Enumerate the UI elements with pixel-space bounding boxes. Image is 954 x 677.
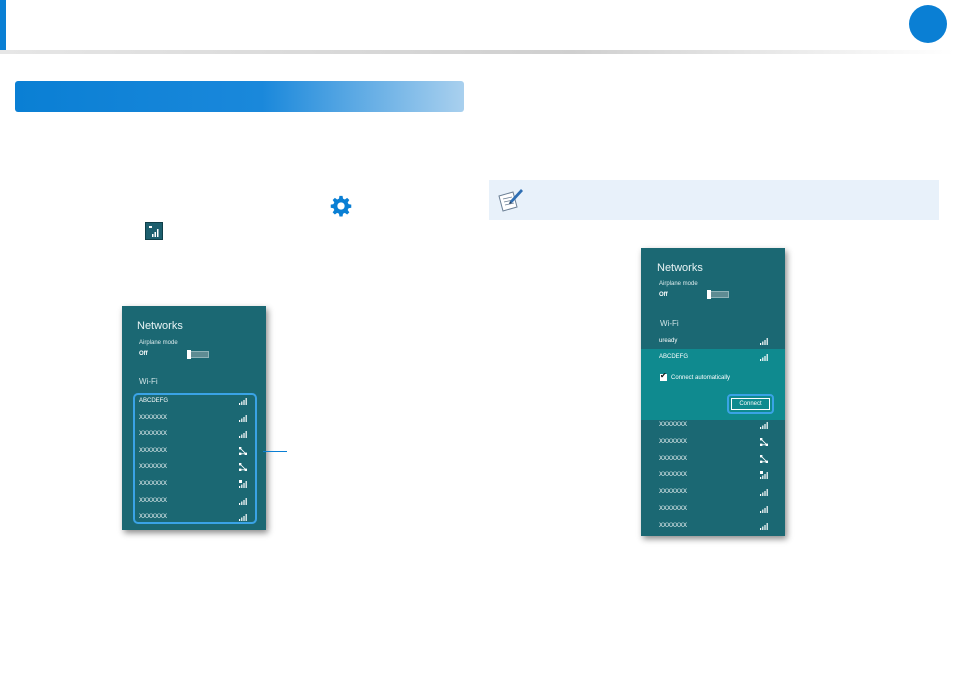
secured-wifi-icon bbox=[760, 471, 768, 480]
wifi-signal-icon bbox=[760, 522, 768, 530]
chapter-badge bbox=[909, 5, 947, 43]
network-name: ABCDEFG bbox=[659, 354, 689, 360]
adhoc-network-icon bbox=[760, 437, 768, 446]
list-item[interactable]: XXXXXXX bbox=[659, 452, 771, 468]
header-accent-bar bbox=[0, 0, 6, 52]
network-name: XXXXXXX bbox=[659, 489, 688, 496]
airplane-mode-label: Airplane mode bbox=[139, 340, 178, 346]
network-name: XXXXXXX bbox=[659, 438, 688, 445]
checkmark-icon: ✔ bbox=[660, 371, 667, 380]
header-divider bbox=[0, 50, 954, 54]
connect-automatically-label: Connect automatically bbox=[671, 375, 731, 381]
list-item[interactable]: XXXXXXX bbox=[659, 418, 771, 434]
network-list-highlight bbox=[133, 393, 257, 524]
network-name: XXXXXXX bbox=[659, 472, 688, 479]
network-name: XXXXXXX bbox=[659, 455, 688, 462]
airplane-mode-toggle[interactable] bbox=[707, 290, 729, 299]
adhoc-network-icon bbox=[760, 454, 768, 463]
note-icon bbox=[498, 189, 523, 212]
connect-button[interactable]: Connect bbox=[731, 398, 770, 410]
network-icon bbox=[145, 222, 163, 240]
network-name: XXXXXXX bbox=[659, 506, 688, 512]
airplane-mode-state: Off bbox=[139, 351, 148, 357]
note-box bbox=[489, 180, 939, 220]
network-name: uready bbox=[659, 338, 678, 344]
list-item[interactable]: uready bbox=[659, 334, 771, 350]
network-name: XXXXXXX bbox=[659, 522, 688, 529]
airplane-mode-toggle[interactable] bbox=[187, 350, 209, 359]
wifi-heading: Wi-Fi bbox=[139, 377, 158, 386]
panel-title: Networks bbox=[657, 262, 703, 274]
panel-title: Networks bbox=[137, 320, 183, 332]
wifi-heading: Wi-Fi bbox=[660, 319, 679, 328]
network-name: XXXXXXX bbox=[659, 422, 688, 428]
section-heading-bar bbox=[15, 81, 464, 112]
callout-line bbox=[263, 451, 287, 452]
gear-icon bbox=[330, 195, 352, 217]
wifi-signal-icon bbox=[760, 489, 768, 497]
list-item[interactable]: XXXXXXX bbox=[659, 485, 771, 501]
wifi-signal-icon bbox=[760, 354, 768, 361]
list-item[interactable]: XXXXXXX bbox=[659, 468, 771, 484]
list-item[interactable]: XXXXXXX bbox=[659, 502, 771, 518]
list-item[interactable]: XXXXXXX bbox=[659, 519, 771, 535]
wifi-signal-icon bbox=[760, 338, 768, 345]
list-item[interactable]: XXXXXXX bbox=[659, 435, 771, 451]
wifi-signal-icon bbox=[760, 422, 768, 429]
airplane-mode-label: Airplane mode bbox=[659, 281, 698, 287]
airplane-mode-state: Off bbox=[659, 292, 668, 298]
wifi-signal-icon bbox=[760, 506, 768, 513]
